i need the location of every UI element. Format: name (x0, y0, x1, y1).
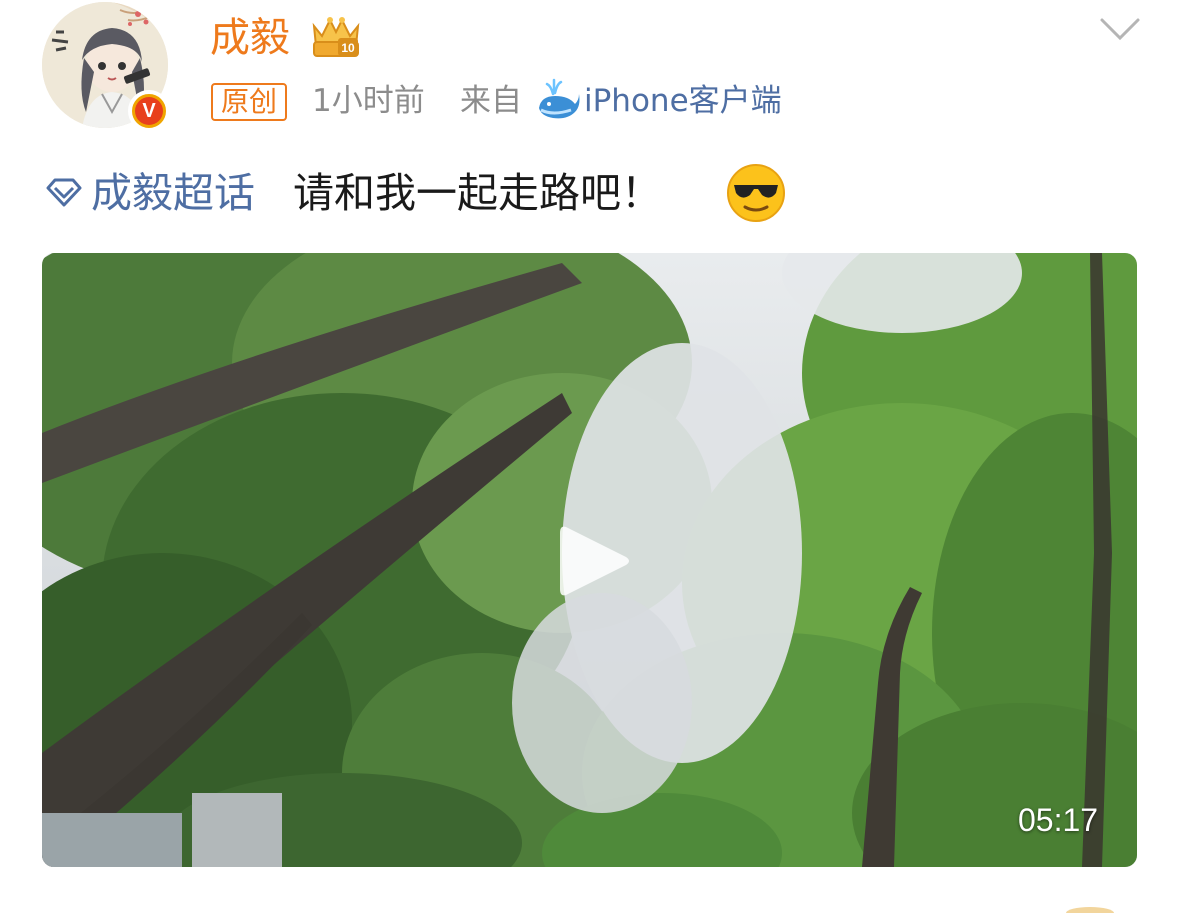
partial-decoration (1050, 898, 1130, 917)
username[interactable]: 成毅 (210, 14, 290, 62)
post-time: 1小时前 (312, 83, 425, 119)
chevron-down-icon[interactable] (1098, 14, 1142, 44)
sunglasses-emoji-icon (726, 163, 786, 223)
post-text: 请和我一起走路吧！ (293, 169, 662, 217)
source-label: 来自 (460, 83, 522, 119)
play-icon[interactable] (554, 519, 634, 603)
vip-crown-badge-icon[interactable]: 10 (308, 12, 364, 60)
whale-icon (535, 78, 581, 124)
original-tag: 原创 (211, 83, 288, 121)
client-link[interactable]: iPhone客户端 (584, 80, 782, 122)
video-duration: 05:17 (1018, 802, 1099, 838)
verified-v-icon: V (135, 97, 163, 125)
topic-link[interactable]: 成毅超话 (91, 166, 255, 220)
diamond-topic-icon[interactable] (46, 177, 82, 207)
vip-level-text: 10 (341, 41, 355, 55)
verified-badge: V (128, 90, 170, 132)
